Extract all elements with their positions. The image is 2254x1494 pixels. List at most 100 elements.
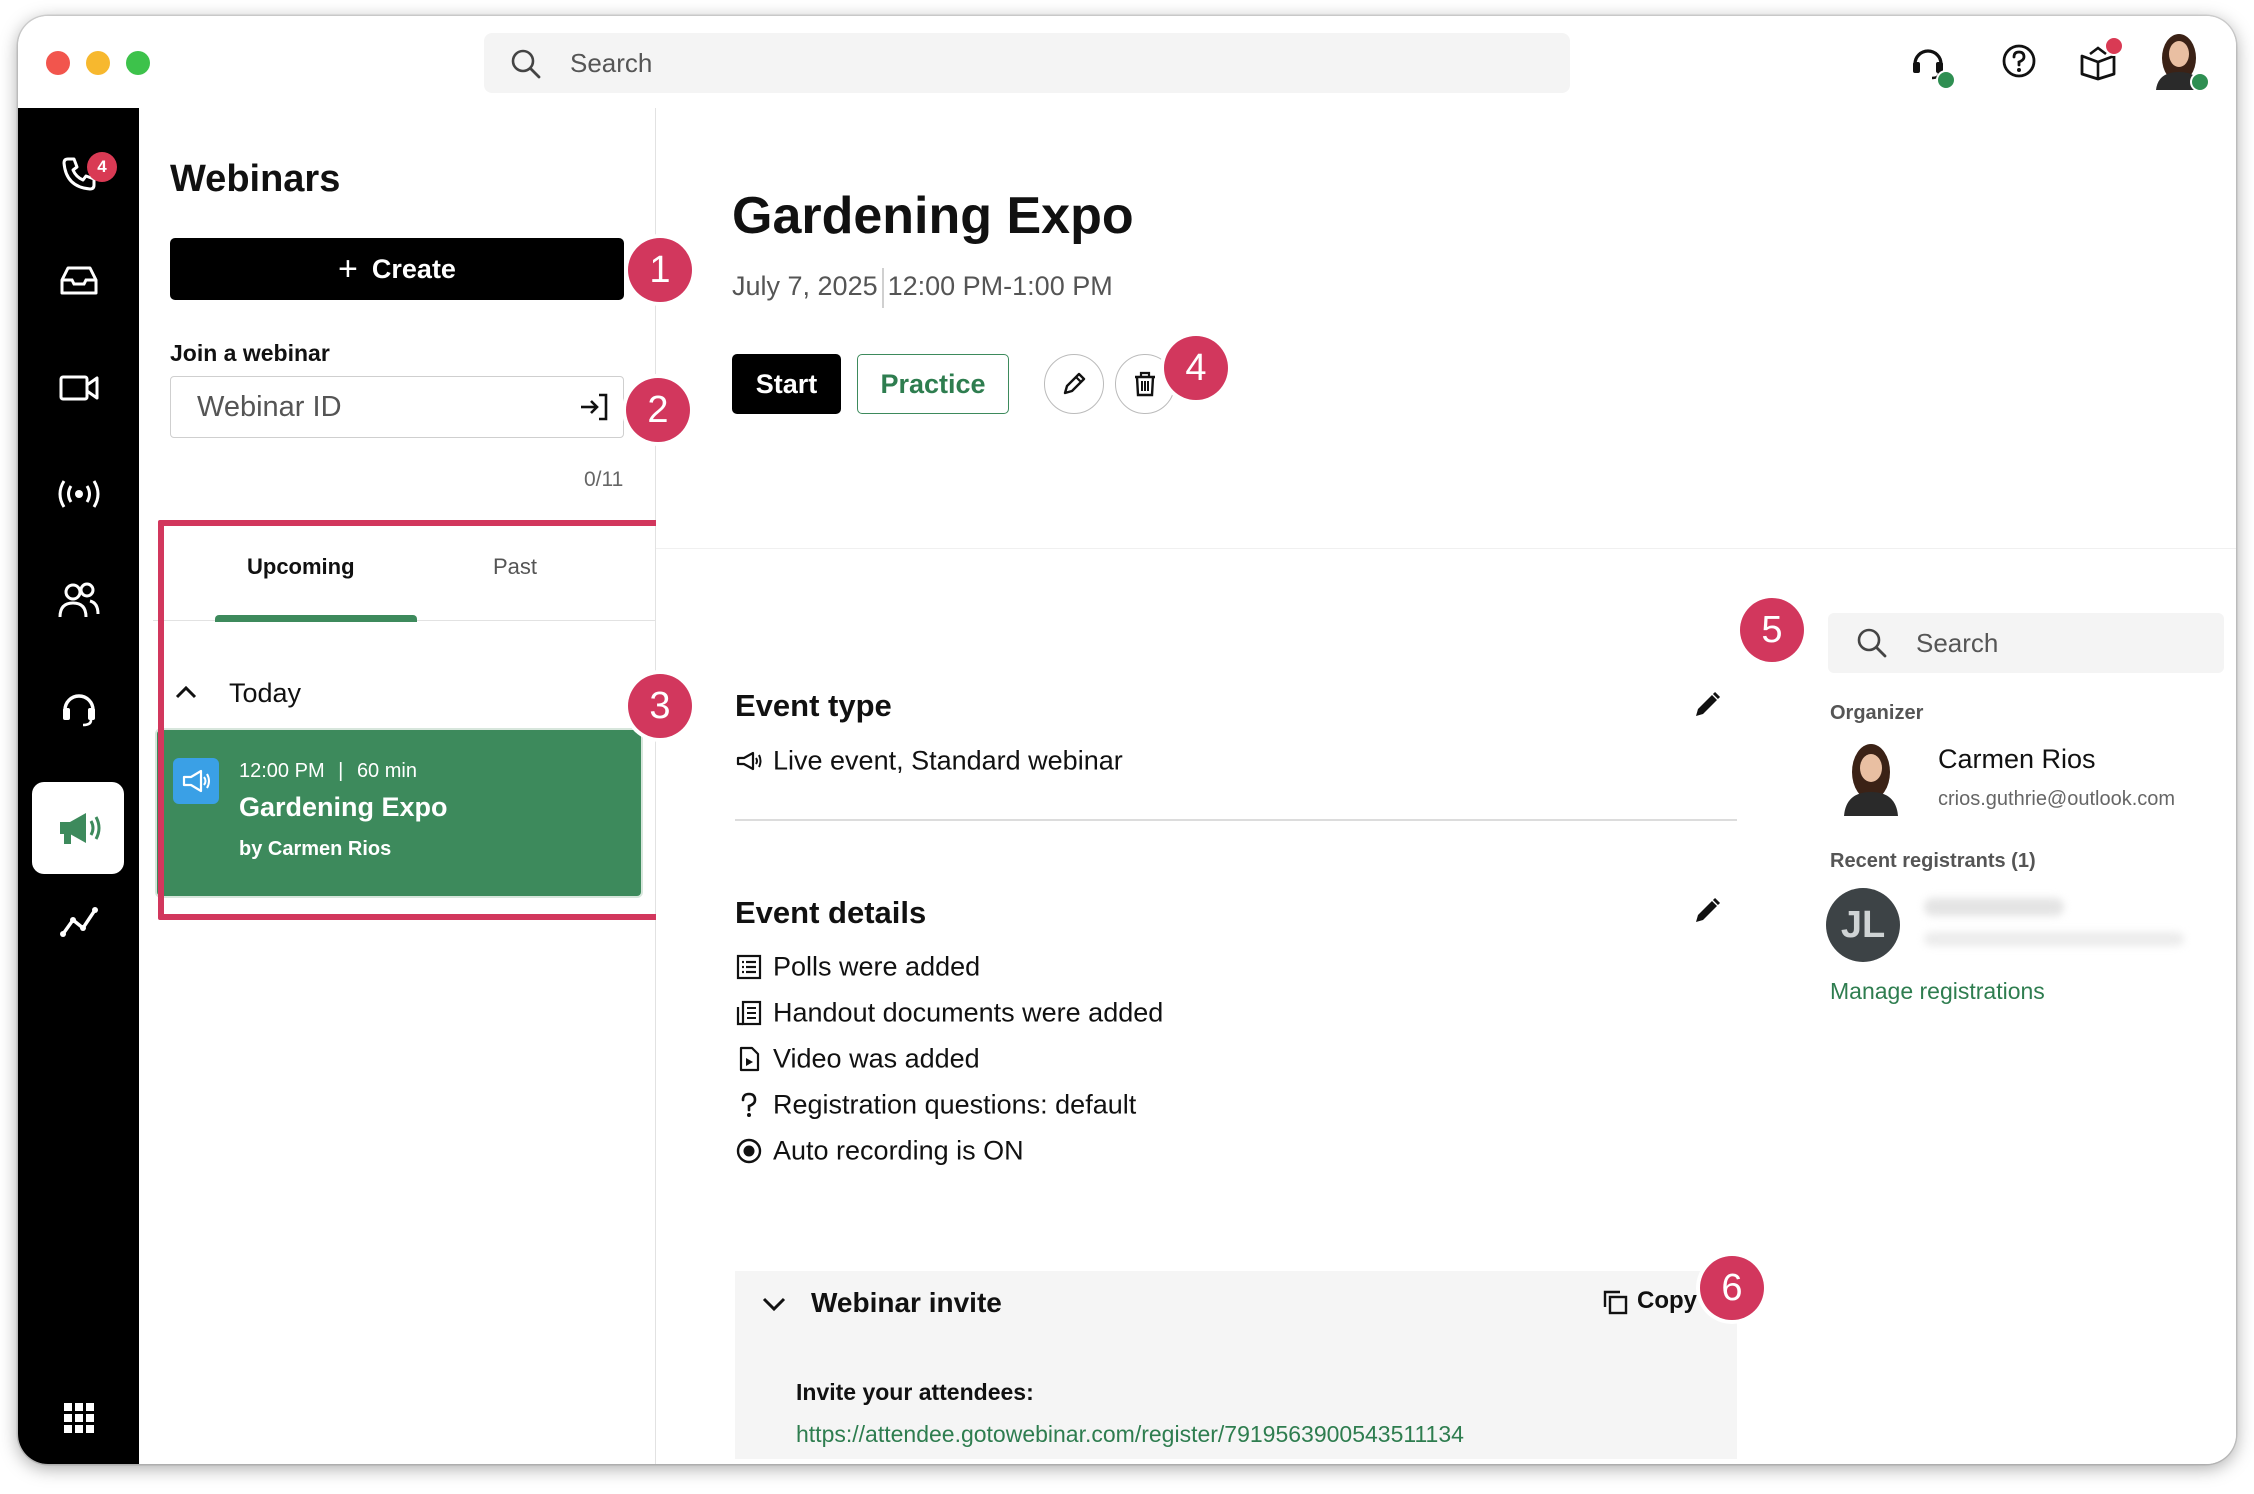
callout-1: 1: [628, 238, 692, 302]
webinar-id-placeholder: Webinar ID: [197, 391, 342, 423]
notification-dot: [2104, 36, 2124, 56]
callout-3: 3: [628, 674, 692, 738]
pencil-icon: [1696, 897, 1721, 922]
webinar-id-input[interactable]: Webinar ID: [170, 376, 624, 438]
megaphone-icon: [736, 751, 762, 770]
nav-phone[interactable]: 4: [18, 134, 139, 214]
grid-icon: [63, 1403, 94, 1433]
event-title: Gardening Expo: [732, 187, 1134, 245]
global-search-input[interactable]: Search: [484, 33, 1570, 93]
trash-icon: [1135, 371, 1155, 397]
event-type-value: Live event, Standard webinar: [735, 744, 1123, 776]
zoom-window-button[interactable]: [126, 51, 150, 75]
organizer-avatar: [1844, 744, 1898, 816]
start-button[interactable]: Start: [732, 354, 841, 414]
search-icon: [511, 49, 541, 79]
nav-broadcast[interactable]: [18, 454, 139, 534]
detail-recording-text: Auto recording is ON: [773, 1135, 1024, 1166]
nav-video[interactable]: [18, 348, 139, 428]
user-avatar-button[interactable]: [2150, 28, 2210, 95]
detail-handouts: Handout documents were added: [735, 996, 1163, 1028]
organizer-email: crios.guthrie@outlook.com: [1938, 788, 2176, 810]
global-search-placeholder: Search: [570, 48, 653, 78]
left-navigation-rail: 4: [18, 108, 139, 1464]
edit-event-type-button[interactable]: [1692, 690, 1722, 725]
organizer-label: Organizer: [1830, 702, 1924, 724]
date-separator: [881, 268, 884, 308]
create-button[interactable]: + Create: [170, 238, 624, 300]
nav-webinars-active[interactable]: [32, 782, 124, 874]
event-type-heading: Event type: [735, 688, 892, 723]
event-type-text: Live event, Standard webinar: [773, 745, 1123, 776]
app-window: Search 4 Webinars + Create Join a webina…: [18, 16, 2236, 1464]
webinar-list-highlight: [158, 520, 676, 920]
invite-attendees-label: Invite your attendees:: [796, 1379, 1034, 1405]
recent-registrants-label: Recent registrants (1): [1830, 850, 2036, 872]
registration-link[interactable]: https://attendee.gotowebinar.com/registe…: [796, 1421, 1464, 1448]
learning-button[interactable]: [2078, 36, 2124, 87]
detail-polls: Polls were added: [735, 950, 980, 982]
handout-icon: [736, 1000, 762, 1025]
online-status-dot: [2190, 72, 2210, 92]
manage-registrations-link[interactable]: Manage registrations: [1830, 978, 2045, 1005]
nav-contact-center[interactable]: [18, 668, 139, 748]
practice-button[interactable]: Practice: [857, 354, 1009, 414]
callout-2: 2: [626, 378, 690, 442]
page-title: Webinars: [170, 158, 341, 200]
section-divider: [735, 819, 1737, 821]
invite-collapse-toggle[interactable]: [761, 1295, 787, 1318]
join-webinar-label: Join a webinar: [170, 340, 330, 366]
callout-6: 6: [1700, 1256, 1764, 1320]
copy-invite-button[interactable]: Copy: [1601, 1287, 1697, 1316]
detail-registration-text: Registration questions: default: [773, 1089, 1137, 1120]
plus-icon: +: [338, 249, 358, 288]
detail-polls-text: Polls were added: [773, 951, 981, 982]
event-date: July 7, 2025: [732, 271, 878, 302]
registrant-search-placeholder: Search: [1916, 628, 1999, 658]
copy-label: Copy: [1637, 1287, 1697, 1314]
broadcast-icon: [58, 480, 99, 508]
registrant-avatar: JL: [1826, 888, 1900, 962]
inbox-icon: [60, 266, 97, 295]
header-divider: [656, 548, 2236, 549]
nav-analytics[interactable]: [18, 882, 139, 962]
nav-inbox[interactable]: [18, 240, 139, 320]
pencil-icon: [1696, 691, 1721, 716]
callout-5: 5: [1740, 598, 1804, 662]
video-camera-icon: [59, 375, 98, 401]
chevron-down-icon: [762, 1297, 786, 1312]
detail-video: Video was added: [735, 1042, 980, 1074]
event-time-range: 12:00 PM-1:00 PM: [887, 271, 1113, 302]
detail-registration: Registration questions: default: [735, 1088, 1136, 1120]
close-window-button[interactable]: [46, 51, 70, 75]
nav-contacts[interactable]: [18, 560, 139, 640]
edit-event-details-button[interactable]: [1692, 896, 1722, 931]
megaphone-icon: [60, 813, 101, 844]
webinar-detail-pane: Gardening Expo July 7, 2025 12:00 PM-1:00…: [656, 108, 2236, 1464]
record-icon: [736, 1138, 762, 1164]
pencil-icon: [1063, 372, 1086, 395]
registrant-email-redacted: [1924, 932, 2184, 946]
poll-icon: [736, 954, 762, 979]
analytics-icon: [59, 907, 98, 937]
available-status-dot: [1936, 70, 1956, 90]
headset-status-button[interactable]: [1908, 42, 1956, 90]
help-button[interactable]: [2000, 42, 2038, 85]
join-arrow-icon[interactable]: [579, 392, 609, 422]
edit-webinar-button[interactable]: [1044, 354, 1104, 414]
event-details-heading: Event details: [735, 895, 927, 930]
detail-handouts-text: Handout documents were added: [773, 997, 1164, 1028]
callout-4: 4: [1164, 336, 1228, 400]
registrant-name-redacted: [1924, 898, 2064, 916]
question-mark-icon: [741, 1092, 757, 1117]
headset-icon: [62, 694, 95, 727]
detail-recording: Auto recording is ON: [735, 1134, 1024, 1166]
search-icon: [1857, 628, 1887, 658]
webinar-invite-panel: Webinar invite Copy Invite your attendee…: [735, 1271, 1737, 1459]
invite-heading: Webinar invite: [811, 1287, 1002, 1318]
nav-apps-grid[interactable]: [18, 1378, 139, 1458]
help-icon: [2002, 44, 2036, 78]
registrant-search-input[interactable]: Search: [1828, 613, 2224, 673]
organizer-name: Carmen Rios: [1938, 744, 2096, 774]
minimize-window-button[interactable]: [86, 51, 110, 75]
